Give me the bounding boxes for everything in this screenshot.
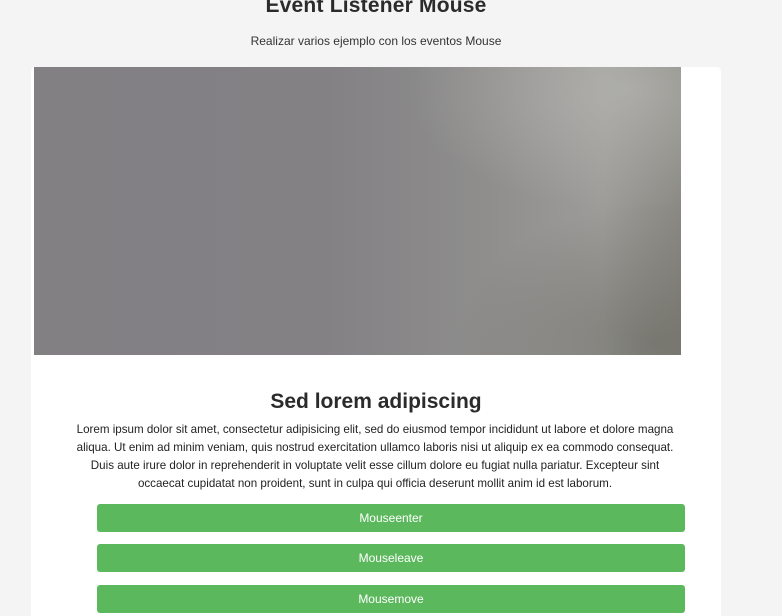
mouseleave-button[interactable]: Mouseleave: [97, 544, 685, 572]
mousemove-button[interactable]: Mousemove: [97, 585, 685, 613]
card-text: Lorem ipsum dolor sit amet, consectetur …: [76, 423, 674, 490]
content-card: Sed lorem adipiscing Lorem ipsum dolor s…: [31, 67, 721, 616]
page-subtitle: Realizar varios ejemplo con los eventos …: [250, 34, 502, 48]
page: Event Listener Mouse Realizar varios eje…: [0, 0, 782, 616]
mouseenter-button[interactable]: Mouseenter: [97, 504, 685, 532]
hero-image: [34, 67, 681, 355]
page-title: Event Listener Mouse: [265, 0, 487, 17]
card-heading: Sed lorem adipiscing: [270, 390, 482, 413]
